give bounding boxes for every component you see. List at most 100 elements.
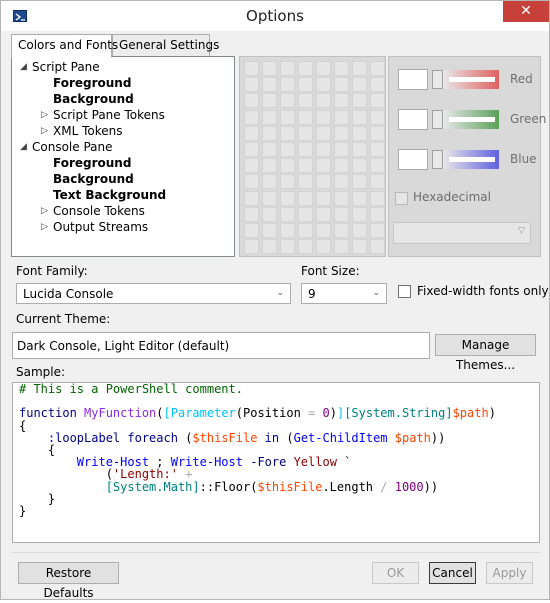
font-family-select[interactable]: Lucida Console ⌄ — [16, 283, 291, 304]
color-swatch[interactable] — [262, 93, 277, 109]
color-swatch[interactable] — [280, 190, 295, 206]
tab-colors-and-fonts[interactable]: Colors and Fonts — [11, 34, 118, 58]
color-swatch[interactable] — [316, 109, 331, 125]
color-swatch[interactable] — [370, 190, 385, 206]
color-element-tree[interactable]: ◢ Script Pane Foreground Background ▷ Scri… — [11, 56, 235, 257]
color-swatch[interactable] — [370, 158, 385, 174]
tree-item-script-background[interactable]: Background — [53, 91, 134, 107]
tree-item-script-pane-tokens[interactable]: ▷ Script Pane Tokens — [41, 107, 165, 123]
color-swatch[interactable] — [334, 93, 349, 109]
color-swatch[interactable] — [280, 223, 295, 238]
color-swatch[interactable] — [298, 190, 313, 206]
color-swatch[interactable] — [298, 142, 313, 157]
color-swatch[interactable] — [298, 77, 313, 93]
color-swatch[interactable] — [316, 158, 331, 174]
color-swatch[interactable] — [316, 206, 331, 222]
tree-item-xml-tokens[interactable]: ▷ XML Tokens — [41, 123, 122, 139]
color-swatch[interactable] — [262, 61, 277, 76]
color-swatch[interactable] — [370, 109, 385, 125]
color-swatch[interactable] — [262, 223, 277, 238]
color-swatch[interactable] — [370, 223, 385, 238]
color-swatch[interactable] — [334, 142, 349, 157]
color-swatch[interactable] — [244, 223, 259, 238]
hexadecimal-checkbox[interactable] — [395, 192, 408, 205]
color-swatch[interactable] — [352, 109, 367, 125]
color-swatch[interactable] — [298, 109, 313, 125]
color-swatch[interactable] — [352, 239, 367, 255]
color-swatch[interactable] — [334, 125, 349, 141]
apply-button[interactable]: Apply — [486, 562, 533, 584]
collapsed-arrow-icon[interactable]: ▷ — [41, 203, 48, 219]
color-swatch[interactable] — [334, 174, 349, 190]
color-swatch[interactable] — [316, 93, 331, 109]
color-swatch[interactable] — [352, 158, 367, 174]
color-swatch[interactable] — [316, 142, 331, 157]
color-swatch[interactable] — [298, 206, 313, 222]
color-swatch[interactable] — [298, 61, 313, 76]
hex-color-select[interactable]: ▽ — [393, 222, 531, 244]
green-value-input[interactable] — [398, 109, 428, 130]
color-swatch[interactable] — [244, 158, 259, 174]
color-swatch[interactable] — [316, 77, 331, 93]
color-swatch[interactable] — [280, 158, 295, 174]
color-swatch[interactable] — [352, 77, 367, 93]
red-slider-thumb[interactable] — [432, 70, 443, 89]
color-swatch[interactable] — [262, 142, 277, 157]
tree-item-console-foreground[interactable]: Foreground — [53, 155, 131, 171]
color-swatch[interactable] — [334, 109, 349, 125]
color-swatch[interactable] — [244, 93, 259, 109]
color-swatch[interactable] — [334, 239, 349, 255]
color-swatch[interactable] — [298, 223, 313, 238]
tab-general-settings[interactable]: General Settings — [112, 34, 219, 57]
color-swatch[interactable] — [334, 223, 349, 238]
color-swatch[interactable] — [262, 239, 277, 255]
color-swatch[interactable] — [316, 190, 331, 206]
color-swatch[interactable] — [280, 239, 295, 255]
color-swatch[interactable] — [370, 142, 385, 157]
blue-value-input[interactable] — [398, 149, 428, 170]
color-swatch[interactable] — [316, 239, 331, 255]
color-swatch[interactable] — [280, 206, 295, 222]
font-size-select[interactable]: 9 ⌄ — [301, 283, 387, 304]
tree-item-console-text-background[interactable]: Text Background — [53, 187, 166, 203]
color-swatch[interactable] — [244, 61, 259, 76]
color-swatch[interactable] — [244, 174, 259, 190]
red-slider[interactable] — [432, 70, 499, 89]
restore-defaults-button[interactable]: Restore Defaults — [18, 562, 119, 600]
color-swatch[interactable] — [352, 61, 367, 76]
color-swatch[interactable] — [262, 206, 277, 222]
color-swatch[interactable] — [244, 109, 259, 125]
color-swatch[interactable] — [370, 206, 385, 222]
tree-item-console-pane[interactable]: ◢ Console Pane — [20, 139, 113, 155]
color-swatch[interactable] — [334, 61, 349, 76]
title-bar[interactable]: Options ✕ — [1, 1, 549, 31]
tree-item-console-background[interactable]: Background — [53, 171, 134, 187]
color-swatch[interactable] — [370, 61, 385, 76]
manage-themes-button[interactable]: Manage Themes... — [435, 334, 536, 372]
tree-item-script-foreground[interactable]: Foreground — [53, 75, 131, 91]
collapsed-arrow-icon[interactable]: ▷ — [41, 123, 48, 139]
color-swatch[interactable] — [370, 125, 385, 141]
color-swatch[interactable] — [298, 158, 313, 174]
color-swatch[interactable] — [244, 125, 259, 141]
color-swatch[interactable] — [334, 77, 349, 93]
current-theme-field[interactable]: Dark Console, Light Editor (default) — [12, 332, 430, 359]
color-swatch[interactable] — [370, 174, 385, 190]
color-swatch[interactable] — [334, 206, 349, 222]
color-swatch[interactable] — [316, 61, 331, 76]
color-swatch-grid[interactable] — [239, 56, 386, 257]
color-swatch[interactable] — [298, 174, 313, 190]
color-swatch[interactable] — [280, 61, 295, 76]
color-swatch[interactable] — [280, 142, 295, 157]
color-swatch[interactable] — [352, 142, 367, 157]
color-swatch[interactable] — [262, 125, 277, 141]
expanded-arrow-icon[interactable]: ◢ — [20, 139, 27, 155]
fixed-width-fonts-checkbox[interactable] — [398, 285, 411, 298]
color-swatch[interactable] — [352, 190, 367, 206]
color-swatch[interactable] — [334, 190, 349, 206]
ok-button[interactable]: OK — [372, 562, 419, 584]
close-button[interactable]: ✕ — [503, 1, 549, 22]
green-slider[interactable] — [432, 110, 499, 129]
color-swatch[interactable] — [316, 125, 331, 141]
color-swatch[interactable] — [244, 206, 259, 222]
